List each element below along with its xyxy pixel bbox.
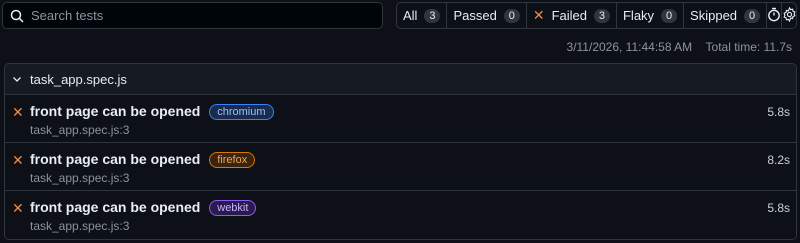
search-box[interactable] [2,2,383,29]
filter-label: Skipped [690,8,738,23]
filter-passed[interactable]: Passed 0 [447,3,527,28]
top-bar: All 3 Passed 0 ✕ Failed 3 Flaky 0 Skippe… [0,0,800,33]
search-icon [10,9,24,23]
project-badge[interactable]: chromium [209,104,274,120]
x-icon: ✕ [532,7,545,23]
test-title[interactable]: front page can be opened [30,199,200,215]
test-location: task_app.spec.js:3 [30,219,130,233]
test-row[interactable]: ✕ front page can be opened webkit task_a… [5,191,796,239]
test-row[interactable]: ✕ front page can be opened chromium task… [5,95,796,143]
run-meta: 3/11/2026, 11:44:58 AM Total time: 11.7s [557,40,792,54]
x-icon: ✕ [12,200,24,216]
test-title-line: front page can be opened chromium [30,103,274,120]
test-title[interactable]: front page can be opened [30,103,200,119]
run-datetime: 3/11/2026, 11:44:58 AM [566,40,693,54]
settings-button[interactable] [782,3,797,28]
filter-count: 0 [744,8,761,23]
test-title-line: front page can be opened webkit [30,199,257,216]
file-header[interactable]: task_app.spec.js [5,64,796,95]
speed-button[interactable] [767,3,783,28]
filter-flaky[interactable]: Flaky 0 [617,3,685,28]
search-input[interactable] [31,8,371,23]
test-duration: 5.8s [767,105,790,119]
filter-label: Passed [453,8,497,23]
filter-skipped[interactable]: Skipped 0 [684,3,768,28]
test-duration: 5.8s [767,201,790,215]
project-badge[interactable]: webkit [209,200,257,216]
test-location: task_app.spec.js:3 [30,171,130,185]
filter-failed[interactable]: ✕ Failed 3 [527,3,617,28]
filter-label: Flaky [622,8,655,23]
test-duration: 8.2s [767,153,790,167]
filter-count: 3 [593,8,610,23]
filter-label: Failed [551,8,587,23]
test-location: task_app.spec.js:3 [30,123,130,137]
total-time: Total time: 11.7s [705,40,792,54]
filter-count: 0 [503,8,520,23]
test-row[interactable]: ✕ front page can be opened firefox task_… [5,143,796,191]
test-title[interactable]: front page can be opened [30,151,200,167]
filter-label: All [403,8,418,23]
gear-icon [782,6,797,25]
x-icon: ✕ [12,104,24,120]
stopwatch-icon [767,7,781,25]
x-icon: ✕ [12,152,24,168]
filter-all[interactable]: All 3 [397,3,448,28]
test-file-section: task_app.spec.js ✕ front page can be ope… [4,63,797,240]
test-title-line: front page can be opened firefox [30,151,256,168]
filter-count: 0 [661,8,678,23]
filter-count: 3 [424,8,441,23]
chevron-down-icon [11,73,23,85]
filter-bar: All 3 Passed 0 ✕ Failed 3 Flaky 0 Skippe… [396,2,797,29]
project-badge[interactable]: firefox [209,152,256,168]
file-name: task_app.spec.js [30,71,127,87]
